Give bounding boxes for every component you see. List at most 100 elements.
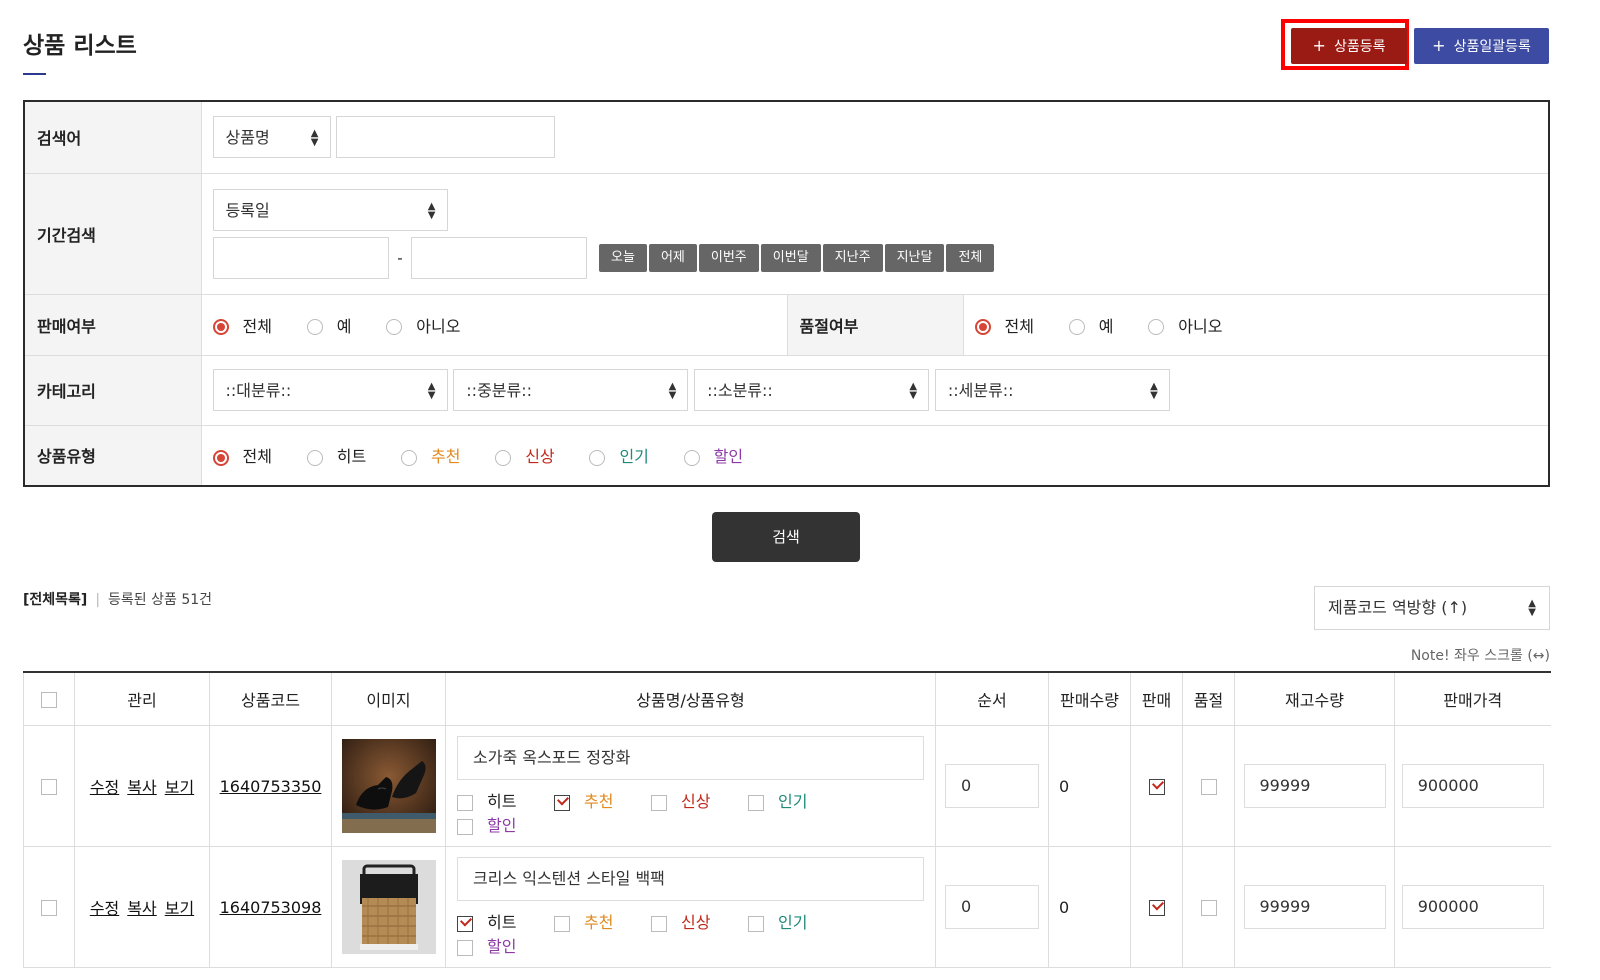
quick-this-week-button[interactable]: 이번주 xyxy=(698,243,759,272)
quick-today-button[interactable]: 오늘 xyxy=(599,243,647,272)
edit-link[interactable]: 수정 xyxy=(90,778,119,797)
sold-out-radio-all[interactable]: 전체 xyxy=(974,313,1034,337)
type-radio-sale[interactable]: 할인 xyxy=(683,443,743,467)
product-thumbnail[interactable] xyxy=(341,860,436,954)
quick-yesterday-button[interactable]: 어제 xyxy=(648,243,697,272)
stock-input[interactable]: 99999 xyxy=(1243,885,1386,929)
price-input[interactable]: 900000 xyxy=(1401,885,1544,929)
quick-last-week-button[interactable]: 지난주 xyxy=(822,243,883,272)
type-recommend-checkbox[interactable] xyxy=(554,794,570,811)
type-new-option[interactable]: 신상 xyxy=(651,909,748,933)
sold-out-radio-yes[interactable]: 예 xyxy=(1068,313,1113,337)
price-input[interactable]: 900000 xyxy=(1401,764,1544,808)
select-all-checkbox[interactable] xyxy=(41,692,57,708)
select-arrows-icon: ▲ ▼ xyxy=(1528,598,1536,618)
type-popular-checkbox[interactable] xyxy=(748,794,764,811)
quick-this-month-button[interactable]: 이번달 xyxy=(760,243,821,272)
radio-label: 전체 xyxy=(242,316,272,336)
keyword-field-select[interactable]: 상품명 ▲ ▼ xyxy=(212,116,331,159)
radio-checked-icon xyxy=(212,319,229,335)
sold-qty: 0 xyxy=(1048,846,1131,968)
type-hit-checkbox[interactable] xyxy=(457,915,473,932)
row-checkbox[interactable] xyxy=(41,779,57,795)
edit-link[interactable]: 수정 xyxy=(90,899,119,918)
type-radio-hit[interactable]: 히트 xyxy=(306,443,366,467)
on-sale-radio-all[interactable]: 전체 xyxy=(212,313,272,337)
on-sale-radio-no[interactable]: 아니오 xyxy=(386,313,460,337)
product-thumbnail[interactable] xyxy=(341,739,436,833)
sold-out-radio-no[interactable]: 아니오 xyxy=(1148,313,1222,337)
bulk-add-product-label: 상품일괄등록 xyxy=(1453,39,1531,55)
radio-checked-icon xyxy=(974,319,991,335)
radio-icon xyxy=(1148,319,1165,335)
type-radio-recommend[interactable]: 추천 xyxy=(400,443,460,467)
add-product-button[interactable]: + 상품등록 xyxy=(1291,28,1407,64)
type-popular-option[interactable]: 인기 xyxy=(748,909,845,933)
type-sale-checkbox[interactable] xyxy=(457,818,473,835)
row-checkbox[interactable] xyxy=(41,900,57,916)
bulk-add-product-button[interactable]: + 상품일괄등록 xyxy=(1414,28,1549,64)
order-input[interactable]: 0 xyxy=(945,885,1039,929)
product-code-link[interactable]: 1640753350 xyxy=(220,777,322,796)
product-name-input[interactable]: 소가죽 옥스포드 정장화 xyxy=(457,736,924,780)
type-sale-checkbox[interactable] xyxy=(457,939,473,956)
category-large-select[interactable]: ::대분류:: ▲ ▼ xyxy=(212,369,448,411)
product-name-input[interactable]: 크리스 익스텐션 스타일 백팩 xyxy=(457,857,924,901)
category-small-select[interactable]: ::소분류:: ▲ ▼ xyxy=(694,369,930,411)
category-medium-select[interactable]: ::중분류:: ▲ ▼ xyxy=(453,369,689,411)
header-stock: 재고수량 xyxy=(1234,672,1395,726)
type-new-checkbox[interactable] xyxy=(651,794,667,811)
radio-icon xyxy=(1068,319,1085,335)
type-hit-option[interactable]: 히트 xyxy=(457,788,554,812)
radio-icon xyxy=(400,449,417,466)
category-detail-select[interactable]: ::세분류:: ▲ ▼ xyxy=(934,369,1170,411)
quick-all-button[interactable]: 전체 xyxy=(946,243,995,272)
type-popular-checkbox[interactable] xyxy=(748,915,764,932)
view-link[interactable]: 보기 xyxy=(165,778,194,797)
category-medium-value: ::중분류:: xyxy=(466,381,533,400)
radio-icon xyxy=(386,319,403,335)
on-sale-checkbox[interactable] xyxy=(1148,779,1165,795)
copy-link[interactable]: 복사 xyxy=(127,778,156,797)
keyword-input[interactable] xyxy=(336,116,556,159)
sold-out-checkbox[interactable] xyxy=(1200,900,1217,916)
product-code-link[interactable]: 1640753098 xyxy=(220,898,322,917)
header-select-all[interactable] xyxy=(23,672,75,726)
start-date-input[interactable] xyxy=(212,236,389,279)
type-label: 인기 xyxy=(778,913,808,932)
view-link[interactable]: 보기 xyxy=(165,899,194,918)
row-actions: 수정 복사 보기 xyxy=(74,846,210,968)
header-code: 상품코드 xyxy=(209,672,332,726)
type-new-checkbox[interactable] xyxy=(651,915,667,932)
date-type-select[interactable]: 등록일 ▲ ▼ xyxy=(212,188,448,231)
sold-out-checkbox[interactable] xyxy=(1200,779,1217,795)
product-type-checkboxes: 히트 추천 신상 인기할인 xyxy=(447,901,934,957)
sort-select[interactable]: 제품코드 역방향 (↑) ▲ ▼ xyxy=(1314,586,1550,630)
on-sale-label: 판매여부 xyxy=(24,294,202,356)
search-button[interactable]: 검색 xyxy=(712,512,860,562)
type-recommend-option[interactable]: 추천 xyxy=(554,909,651,933)
product-count: 등록된 상품 51건 xyxy=(108,592,213,608)
type-sale-option[interactable]: 할인 xyxy=(457,933,554,957)
type-recommend-option[interactable]: 추천 xyxy=(554,788,651,812)
end-date-input[interactable] xyxy=(411,236,588,279)
type-hit-checkbox[interactable] xyxy=(457,794,473,811)
type-radio-popular[interactable]: 인기 xyxy=(589,443,649,467)
type-label: 추천 xyxy=(584,792,614,811)
type-radio-all[interactable]: 전체 xyxy=(212,443,272,467)
type-popular-option[interactable]: 인기 xyxy=(748,788,845,812)
type-radio-new[interactable]: 신상 xyxy=(495,443,555,467)
type-new-option[interactable]: 신상 xyxy=(651,788,748,812)
on-sale-checkbox[interactable] xyxy=(1148,900,1165,916)
on-sale-radio-yes[interactable]: 예 xyxy=(306,313,351,337)
quick-last-month-button[interactable]: 지난달 xyxy=(884,243,945,272)
type-hit-option[interactable]: 히트 xyxy=(457,909,554,933)
order-input[interactable]: 0 xyxy=(945,764,1039,808)
copy-link[interactable]: 복사 xyxy=(127,899,156,918)
type-recommend-checkbox[interactable] xyxy=(554,915,570,932)
type-sale-option[interactable]: 할인 xyxy=(457,812,554,836)
sold-out-label: 품절여부 xyxy=(786,294,964,356)
keyword-label: 검색어 xyxy=(24,101,202,174)
select-arrows-icon: ▲ ▼ xyxy=(427,200,436,221)
stock-input[interactable]: 99999 xyxy=(1243,764,1386,808)
